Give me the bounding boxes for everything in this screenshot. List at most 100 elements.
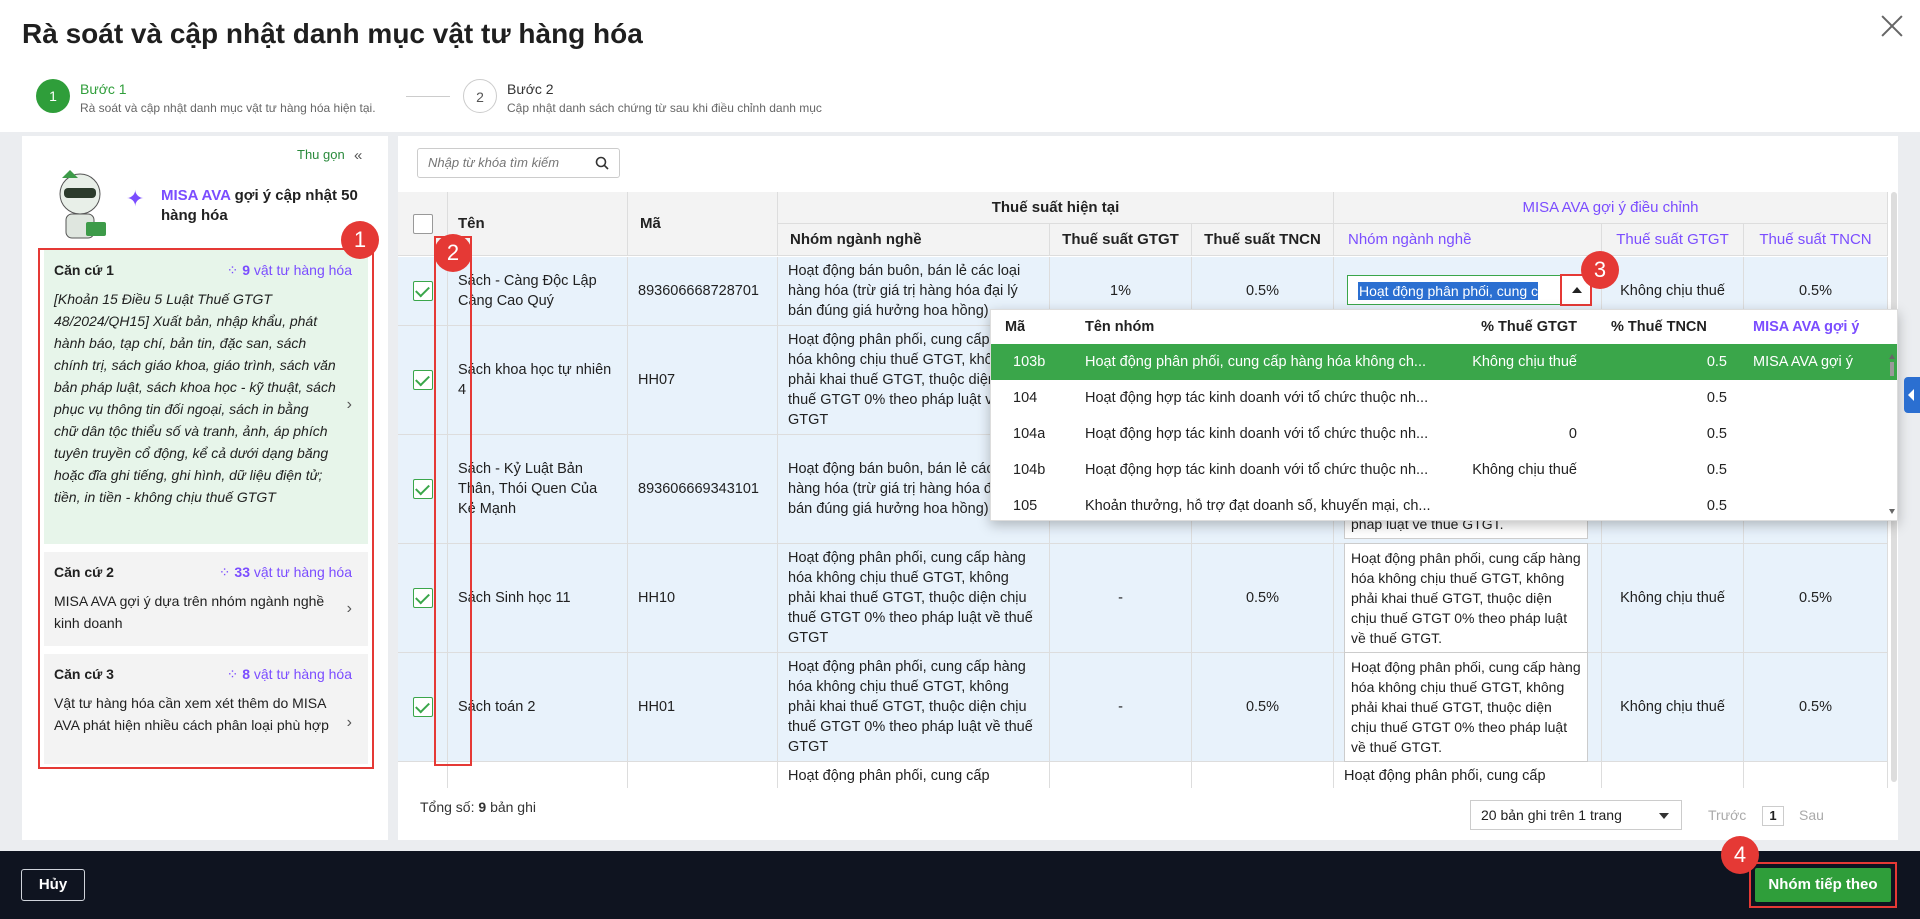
next-group-button-highlight: Nhóm tiếp theo — [1749, 862, 1897, 908]
header-ava-suggestion: MISA AVA gợi ý điều chỉnh — [1334, 192, 1888, 224]
row-pit: 0.5% — [1192, 544, 1334, 652]
total-records: Tổng số: 9 bản ghi — [420, 799, 536, 815]
card-count: ⁘ 9 vật tư hàng hóa — [226, 262, 352, 278]
row-vat: - — [1050, 653, 1192, 761]
dropdown-option[interactable]: 104 Hoạt động hợp tác kinh doanh với tổ … — [991, 380, 1897, 416]
card-title: Căn cứ 2 — [54, 564, 114, 580]
search-input[interactable] — [428, 155, 588, 170]
row-code: HH10 — [628, 544, 778, 652]
row-code: 893606668728701 — [628, 257, 778, 325]
row-ava-industry[interactable]: Hoạt động phân phối, cung cấp hàng hóa k… — [1344, 652, 1588, 762]
row-pit: 0.5% — [1192, 653, 1334, 761]
row-code: HH07 — [628, 326, 778, 434]
header-name: Tên — [448, 192, 628, 256]
dropdown-option[interactable]: 104a Hoạt động hợp tác kinh doanh với tổ… — [991, 416, 1897, 452]
search-box[interactable] — [417, 148, 620, 178]
col-vat: % Thuế GTGT — [1481, 319, 1577, 335]
industry-group-dropdown: Mã Tên nhóm % Thuế GTGT % Thuế TNCN MISA… — [990, 309, 1898, 521]
row-vat: - — [1050, 544, 1192, 652]
industry-group-select[interactable]: Hoạt động phân phối, cung cấp — [1347, 275, 1569, 305]
row-checkbox[interactable] — [412, 479, 433, 499]
header-ava-vat: Thuế suất GTGT — [1602, 224, 1744, 256]
table-row[interactable]: Sách Sinh học 11 HH10 Hoạt động phân phố… — [398, 543, 1888, 653]
step-label: Bước 2 — [507, 81, 554, 97]
row-pit — [1192, 762, 1334, 788]
header-ava-industry: Nhóm ngành nghề — [1334, 224, 1602, 256]
row-code: 893606669343101 — [628, 435, 778, 543]
row-checkbox[interactable] — [412, 697, 433, 717]
ava-name: MISA AVA — [161, 187, 231, 204]
row-checkbox[interactable] — [412, 588, 433, 608]
row-ava-industry-cell: Hoạt động phân phối, cung cấp hàng hóa k… — [1334, 543, 1602, 653]
row-checkbox[interactable] — [412, 281, 433, 301]
card-title: Căn cứ 3 — [54, 666, 114, 682]
row-name: Sách Sinh học 11 — [448, 544, 628, 652]
row-ava-industry[interactable]: Hoạt động phân phối, cung cấp hàng hóa k… — [1344, 543, 1588, 653]
step-desc: Cập nhật danh sách chứng từ sau khi điều… — [507, 101, 822, 115]
row-checkbox[interactable] — [412, 370, 433, 390]
dropdown-scrollbar[interactable] — [1889, 354, 1895, 514]
header-current-tax: Thuế suất hiện tại — [778, 192, 1334, 224]
basis-card-list: Căn cứ 1 ⁘ 9 vật tư hàng hóa [Khoản 15 Đ… — [38, 248, 374, 769]
row-ava-pit — [1744, 762, 1888, 788]
row-industry: Hoạt động phân phối, cung cấp hàng hóa k… — [778, 544, 1050, 652]
page-size-select[interactable]: 20 bản ghi trên 1 trang — [1470, 800, 1682, 830]
row-vat — [1050, 762, 1192, 788]
card-body: MISA AVA gợi ý dựa trên nhóm ngành nghề … — [54, 593, 325, 631]
basis-card-3[interactable]: Căn cứ 3 ⁘ 8 vật tư hàng hóa Vật tư hàng… — [44, 654, 368, 764]
row-name — [448, 762, 628, 788]
header-vat: Thuế suất GTGT — [1050, 224, 1192, 256]
col-name: Tên nhóm — [1085, 319, 1155, 335]
dropdown-option[interactable]: 105 Khoản thưởng, hỗ trợ đạt doanh số, k… — [991, 488, 1897, 520]
header-code: Mã — [628, 192, 778, 256]
page-number[interactable]: 1 — [1762, 806, 1784, 826]
collapse-link[interactable]: Thu gọn — [297, 147, 345, 162]
sparkle-icon: ⁘ — [226, 666, 239, 682]
annotation-badge: 3 — [1581, 251, 1619, 289]
row-name: Sách khoa học tự nhiên 4 — [448, 326, 628, 434]
dropdown-header: Mã Tên nhóm % Thuế GTGT % Thuế TNCN MISA… — [991, 310, 1897, 344]
select-all-checkbox[interactable] — [412, 213, 433, 234]
chevron-right-icon: › — [346, 714, 352, 731]
header-industry: Nhóm ngành nghề — [778, 224, 1050, 256]
dropdown-option[interactable]: 104b Hoạt động hợp tác kinh doanh với tổ… — [991, 452, 1897, 488]
row-ava-pit: 0.5% — [1744, 653, 1888, 761]
step-number: 1 — [36, 79, 70, 113]
double-chevron-left-icon[interactable]: « — [354, 147, 362, 164]
row-ava-pit: 0.5% — [1744, 544, 1888, 652]
side-expand-tab[interactable] — [1904, 377, 1920, 413]
basis-card-1[interactable]: Căn cứ 1 ⁘ 9 vật tư hàng hóa [Khoản 15 Đ… — [44, 250, 368, 544]
ava-summary: MISA AVA gợi ý cập nhật 50 hàng hóa — [161, 186, 361, 226]
row-name: Sách - Càng Độc Lập Càng Cao Quý — [448, 257, 628, 325]
next-group-button[interactable]: Nhóm tiếp theo — [1755, 868, 1891, 902]
close-icon[interactable] — [1878, 12, 1906, 40]
row-code: HH01 — [628, 653, 778, 761]
table-row[interactable]: Sách toán 2 HH01 Hoạt động phân phối, cu… — [398, 652, 1888, 762]
row-ava-vat — [1602, 762, 1744, 788]
sparkle-icon: ⁘ — [226, 262, 239, 278]
row-name: Sách - Kỷ Luật Bản Thân, Thói Quen Của K… — [448, 435, 628, 543]
col-code: Mã — [1005, 319, 1026, 335]
col-pit: % Thuế TNCN — [1611, 319, 1707, 335]
table-row[interactable]: Hoạt động phân phối, cung cấp Hoạt động … — [398, 762, 1888, 788]
dropdown-option[interactable]: 103b Hoạt động phân phối, cung cấp hàng … — [991, 344, 1897, 380]
step-number: 2 — [463, 79, 497, 113]
row-ava-vat: Không chịu thuế — [1602, 653, 1744, 761]
sparkle-icon: ⁘ — [218, 564, 231, 580]
sparkle-icon: ✦ — [126, 186, 145, 211]
header-ava-pit: Thuế suất TNCN — [1744, 224, 1888, 256]
chevron-right-icon: › — [346, 600, 352, 617]
card-count: ⁘ 8 vật tư hàng hóa — [226, 666, 352, 682]
basis-card-2[interactable]: Căn cứ 2 ⁘ 33 vật tư hàng hóa MISA AVA g… — [44, 552, 368, 646]
prev-page[interactable]: Trước — [1708, 807, 1746, 823]
ava-robot-icon — [59, 170, 106, 239]
search-icon[interactable] — [595, 156, 609, 170]
row-ava-industry: Hoạt động phân phối, cung cấp — [1334, 762, 1602, 788]
cancel-button[interactable]: Hủy — [21, 869, 85, 901]
checkbox-column-highlight — [434, 236, 472, 766]
card-body: [Khoản 15 Điều 5 Luật Thuế GTGT 48/2024/… — [54, 291, 336, 505]
annotation-badge: 1 — [341, 221, 379, 259]
annotation-badge: 4 — [1721, 836, 1759, 874]
select-value[interactable]: Hoạt động phân phối, cung cấp — [1358, 281, 1538, 301]
next-page[interactable]: Sau — [1799, 807, 1824, 823]
